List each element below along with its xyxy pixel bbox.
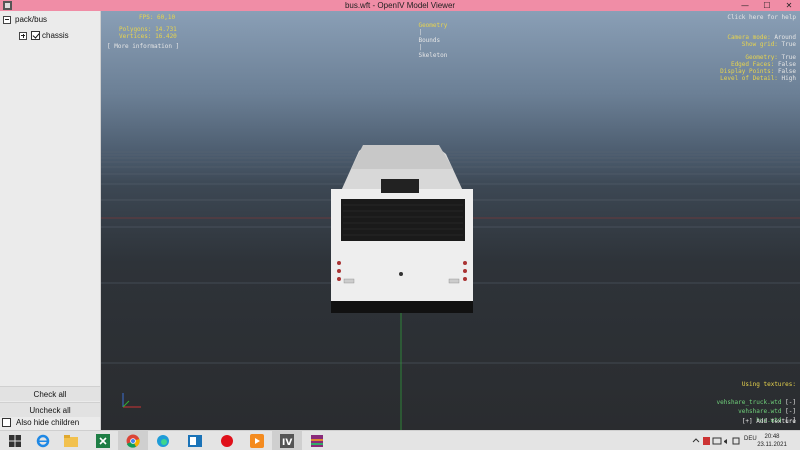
tree-node-root[interactable]: pack/bus <box>3 14 47 25</box>
taskbar: IV DEU 20:48 23.11.2021 <box>0 430 800 450</box>
openiv-icon[interactable]: IV <box>272 431 302 450</box>
system-clock[interactable]: 20:48 23.11.2021 <box>752 433 792 449</box>
uncheck-all-button[interactable]: Uncheck all <box>0 402 100 417</box>
file-explorer-icon[interactable] <box>56 431 86 450</box>
tray-icons <box>692 436 740 450</box>
add-texture-button[interactable]: [+] Add texture <box>742 418 796 426</box>
windows-start-icon[interactable] <box>0 431 30 450</box>
vertices-readout: Vertices: 16.420 <box>119 33 177 40</box>
also-hide-children-checkbox[interactable] <box>2 418 11 427</box>
level-of-detail-value[interactable]: High <box>782 75 796 82</box>
tab-separator: | <box>418 44 423 51</box>
tree-root-label: pack/bus <box>15 15 48 24</box>
model-viewport[interactable]: FPS: 60,10 Polygons: 14.731 Vertices: 16… <box>101 11 800 430</box>
edge-icon[interactable] <box>148 431 178 450</box>
chrome-icon[interactable] <box>118 431 148 450</box>
view-tabs: Geometry | Bounds | Skeleton <box>404 14 447 67</box>
clock-date: 23.11.2021 <box>757 442 787 448</box>
media-player-icon[interactable] <box>242 431 272 450</box>
more-information-link[interactable]: [ More information ] <box>107 43 179 51</box>
fps-readout: FPS: 60,10 <box>139 14 176 21</box>
red-record-icon[interactable] <box>212 431 242 450</box>
title-bar: bus.wft - OpenIV Model Viewer — ☐ ✕ <box>0 0 800 11</box>
textures-header: Using textures: <box>741 381 796 388</box>
collapse-icon[interactable] <box>3 15 11 24</box>
excel-icon[interactable] <box>88 431 118 450</box>
tab-bounds[interactable]: Bounds <box>418 37 440 44</box>
bus-model <box>331 145 473 313</box>
internet-explorer-icon[interactable] <box>28 431 58 450</box>
tree-child-label: chassis <box>42 31 69 40</box>
maximize-button[interactable]: ☐ <box>756 0 778 11</box>
also-hide-children-label: Also hide children <box>16 418 80 427</box>
close-button[interactable]: ✕ <box>778 0 800 11</box>
also-hide-children-option[interactable]: Also hide children <box>2 418 79 427</box>
tree-node-chassis[interactable]: chassis <box>19 30 69 41</box>
check-all-button[interactable]: Check all <box>0 386 100 401</box>
model-tree-panel: pack/bus chassis Check all Uncheck all A… <box>0 11 101 430</box>
window-title: bus.wft - OpenIV Model Viewer <box>344 1 456 10</box>
minimize-button[interactable]: — <box>734 0 756 11</box>
help-hint-link[interactable]: Click here for help <box>727 14 796 22</box>
axis-gizmo <box>122 393 141 408</box>
tab-skeleton[interactable]: Skeleton <box>418 52 447 59</box>
scene-canvas[interactable] <box>101 11 800 430</box>
svg-text:IV: IV <box>282 438 292 448</box>
level-of-detail-row[interactable]: Level of Detail: High <box>706 67 796 90</box>
expand-icon[interactable] <box>19 31 27 40</box>
tab-geometry[interactable]: Geometry <box>418 22 447 29</box>
winrar-icon[interactable] <box>302 431 332 450</box>
chassis-checkbox[interactable] <box>31 31 40 40</box>
level-of-detail-label: Level of Detail: <box>720 74 778 82</box>
clock-time: 20:48 <box>764 434 780 440</box>
photos-icon[interactable] <box>180 431 210 450</box>
tab-separator: | <box>418 29 423 36</box>
